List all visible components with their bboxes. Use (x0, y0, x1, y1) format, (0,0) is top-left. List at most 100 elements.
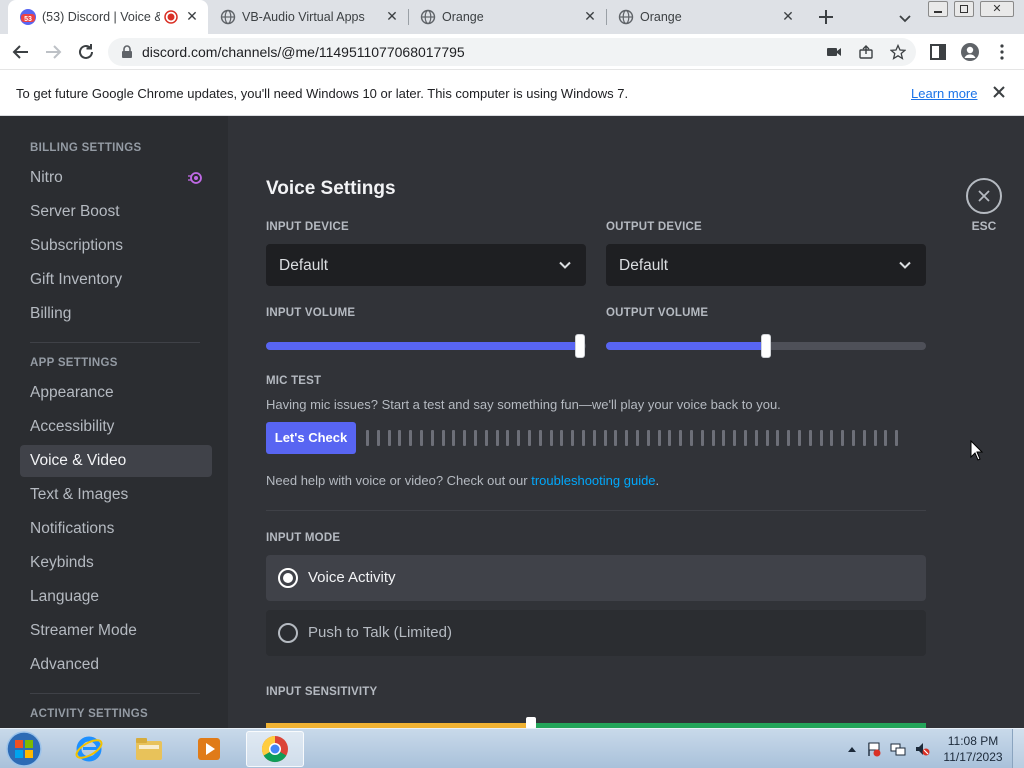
mouse-cursor-icon (970, 440, 984, 461)
meter-bar (528, 430, 531, 446)
slider-handle[interactable] (526, 717, 536, 728)
sidebar-item-label: Nitro (30, 169, 63, 186)
lock-icon[interactable] (120, 45, 134, 59)
sidebar-item-label: Text & Images (30, 486, 129, 503)
close-icon[interactable]: ✕ (184, 8, 200, 24)
learn-more-link[interactable]: Learn more (911, 86, 977, 101)
minimize-button[interactable] (928, 1, 948, 17)
radio-button[interactable] (278, 623, 298, 643)
star-icon[interactable] (890, 44, 906, 60)
close-icon[interactable]: ✕ (384, 8, 400, 24)
tab-title: VB-Audio Virtual Apps (242, 10, 365, 24)
sidebar-item-streamer-mode[interactable]: Streamer Mode (20, 615, 212, 647)
meter-bar (474, 430, 477, 446)
meter-bar (798, 430, 801, 446)
input-device-select[interactable]: Default (266, 244, 586, 286)
new-tab-icon[interactable] (816, 7, 836, 27)
close-window-button[interactable]: ✕ (980, 1, 1014, 17)
meter-bar (754, 430, 758, 446)
sidebar-item-keybinds[interactable]: Keybinds (20, 547, 212, 579)
radio-voice-activity[interactable]: Voice Activity (266, 555, 926, 601)
close-icon[interactable]: ✕ (582, 8, 598, 24)
back-icon[interactable] (10, 41, 32, 63)
sidebar-item-nitro[interactable]: Nitro (20, 162, 212, 194)
address-bar[interactable]: discord.com/channels/@me/114951107706801… (108, 38, 916, 66)
url-text[interactable]: discord.com/channels/@me/114951107706801… (142, 44, 465, 60)
sidebar-item-language[interactable]: Language (20, 581, 212, 613)
network-icon[interactable] (890, 741, 906, 757)
meter-bar (711, 430, 715, 446)
radio-dot (283, 573, 293, 583)
tab-orange-1[interactable]: Orange ✕ (408, 0, 606, 34)
meter-bar (679, 430, 683, 446)
meter-bar (603, 430, 607, 446)
radio-push-to-talk[interactable]: Push to Talk (Limited) (266, 610, 926, 656)
tab-vb-audio[interactable]: VB-Audio Virtual Apps ✕ (208, 0, 408, 34)
menu-icon[interactable] (992, 42, 1012, 62)
clock-time[interactable]: 11:08 PM (942, 734, 1004, 748)
sidebar-item-accessibility[interactable]: Accessibility (20, 411, 212, 443)
sidebar-item-label: Billing (30, 305, 72, 322)
forward-icon[interactable] (42, 41, 64, 63)
meter-bar (668, 430, 672, 446)
internet-explorer-icon (75, 736, 103, 762)
voice-settings-panel: Voice Settings INPUT DEVICE Default OUTP… (228, 116, 1024, 728)
show-desktop-button[interactable] (1012, 729, 1024, 768)
windows-taskbar: 11:08 PM 11/17/2023 (0, 728, 1024, 768)
tab-discord[interactable]: 53 (53) Discord | Voice & Video ✕ (8, 0, 208, 34)
tray-expand-icon[interactable] (844, 741, 860, 757)
meter-bar (722, 430, 726, 446)
meter-bar (841, 430, 845, 446)
radio-button[interactable] (278, 568, 298, 588)
share-icon[interactable] (858, 44, 874, 60)
clock-date[interactable]: 11/17/2023 (942, 750, 1004, 764)
mic-level-meter (366, 430, 908, 446)
help-prefix: Need help with voice or video? Check out… (266, 473, 532, 488)
sidebar-item-label: Server Boost (30, 203, 120, 220)
meter-bar (657, 430, 661, 446)
output-device-select[interactable]: Default (606, 244, 926, 286)
taskbar-chrome[interactable] (246, 731, 304, 767)
sidepanel-icon[interactable] (928, 42, 948, 62)
action-center-icon[interactable] (866, 741, 882, 757)
close-settings-button[interactable] (966, 178, 1002, 214)
maximize-button[interactable] (954, 1, 974, 17)
taskbar-internet-explorer[interactable] (60, 731, 118, 767)
close-icon[interactable]: ✕ (780, 8, 796, 24)
windows-start-icon[interactable] (4, 730, 44, 768)
taskbar-media-player[interactable] (180, 731, 238, 767)
sidebar-item-voice-video[interactable]: Voice & Video (20, 445, 212, 477)
slider-handle[interactable] (575, 334, 585, 358)
output-volume-slider[interactable] (606, 334, 926, 358)
slider-handle[interactable] (761, 334, 771, 358)
taskbar-explorer[interactable] (120, 731, 178, 767)
discord-icon: 53 (20, 9, 36, 25)
sidebar-item-notifications[interactable]: Notifications (20, 513, 212, 545)
profile-icon[interactable] (960, 42, 980, 62)
troubleshooting-guide-link[interactable]: troubleshooting guide (531, 473, 655, 488)
sidebar-item-billing[interactable]: Billing (20, 298, 212, 330)
sidebar-item-label: Streamer Mode (30, 622, 137, 639)
sidebar-item-label: Advanced (30, 656, 99, 673)
close-icon[interactable] (991, 84, 1007, 100)
meter-bar (398, 430, 402, 446)
meter-bar (549, 430, 553, 446)
sidebar-item-gift-inventory[interactable]: Gift Inventory (20, 264, 212, 296)
lets-check-button[interactable]: Let's Check (266, 422, 356, 454)
input-volume-label: INPUT VOLUME (266, 307, 356, 319)
input-volume-slider[interactable] (266, 334, 586, 358)
sidebar-item-label: Keybinds (30, 554, 94, 571)
tab-search-icon[interactable] (896, 9, 914, 27)
sidebar-item-server-boost[interactable]: Server Boost (20, 196, 212, 228)
reload-icon[interactable] (75, 41, 97, 63)
camera-icon[interactable] (826, 44, 842, 60)
sidebar-item-appearance[interactable]: Appearance (20, 377, 212, 409)
meter-bar (852, 430, 855, 446)
tab-orange-2[interactable]: Orange ✕ (606, 0, 804, 34)
meter-bar (646, 430, 650, 446)
volume-muted-icon[interactable] (914, 741, 930, 757)
sidebar-item-advanced[interactable]: Advanced (20, 649, 212, 681)
meter-bar (420, 430, 423, 446)
sidebar-item-text-images[interactable]: Text & Images (20, 479, 212, 511)
sidebar-item-subscriptions[interactable]: Subscriptions (20, 230, 212, 262)
